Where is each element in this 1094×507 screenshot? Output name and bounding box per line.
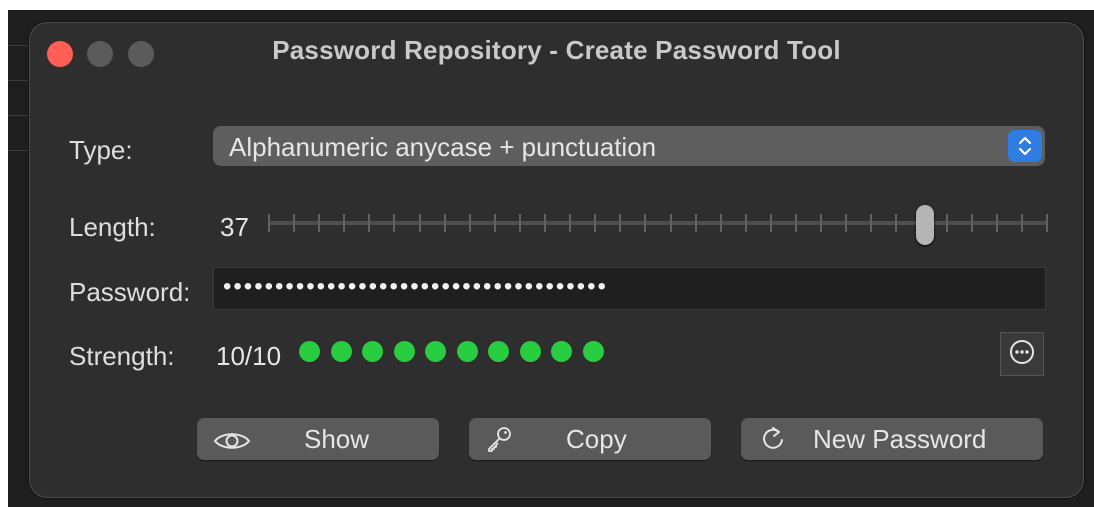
strength-dot [299,341,320,362]
strength-dot [330,341,352,362]
slider-tick [444,214,446,232]
slider-tick [419,214,421,232]
type-select[interactable]: Alphanumeric anycase + punctuation [213,126,1045,166]
password-field[interactable]: ••••••••••••••••••••••••••••••••••••• [213,267,1046,310]
slider-tick [594,214,596,232]
slider-tick [795,214,797,232]
slider-tick [745,214,747,232]
slider-tick [996,214,998,232]
window-title: Password Repository - Create Password To… [272,35,841,65]
strength-dot [456,341,478,362]
slider-tick [770,214,772,232]
refresh-icon [759,425,787,460]
new-password-button-label: New Password [813,424,987,454]
password-label: Password: [69,277,191,307]
slider-tick [268,214,270,232]
slider-tick [293,214,295,232]
slider-tick [644,214,646,232]
type-label: Type: [69,135,133,165]
show-button-label: Show [304,424,370,454]
slider-tick [469,214,471,232]
show-button[interactable]: Show [197,418,439,460]
create-password-window: Password Repository - Create Password To… [29,22,1084,498]
strength-dot [582,341,604,362]
slider-tick [971,214,973,232]
slider-tick [695,214,697,232]
slider-tick [670,214,672,232]
copy-button-label: Copy [566,424,627,454]
key-icon [485,425,513,460]
slider-tick [393,214,395,232]
strength-dot [393,341,415,362]
slider-tick [318,214,320,232]
slider-tick [519,214,521,232]
slider-tick [619,214,621,232]
strength-dot [488,341,509,362]
eye-icon [213,428,251,459]
type-select-value: Alphanumeric anycase + punctuation [229,132,657,162]
copy-button[interactable]: Copy [469,418,711,460]
slider-tick [870,214,872,232]
slider-tick [820,214,822,232]
slider-tick [1046,214,1048,232]
slider-tick [1021,214,1023,232]
strength-dot [551,341,572,362]
strength-value: 10/10 [216,341,282,371]
strength-dot [362,341,383,362]
slider-tick [343,214,345,232]
slider-tick [569,214,571,232]
length-value: 37 [220,212,249,242]
slider-tick [368,214,370,232]
slider-tick [895,214,897,232]
new-password-button[interactable]: New Password [741,418,1043,460]
strength-dot [519,341,541,362]
up-down-chevron-icon[interactable] [1008,130,1042,162]
strength-dot [425,341,446,362]
slider-tick [544,214,546,232]
length-label: Length: [69,212,156,242]
length-slider[interactable] [268,205,1048,253]
title-bar: Password Repository - Create Password To… [30,23,1083,83]
more-options-button[interactable] [1000,332,1044,376]
slider-tick [946,214,948,232]
strength-label: Strength: [69,341,175,371]
slider-tick [845,214,847,232]
password-masked-value: ••••••••••••••••••••••••••••••••••••• [223,273,608,300]
slider-thumb[interactable] [916,205,934,245]
ellipsis-circle-icon [1009,339,1035,370]
slider-tick [494,214,496,232]
slider-tick [720,214,722,232]
